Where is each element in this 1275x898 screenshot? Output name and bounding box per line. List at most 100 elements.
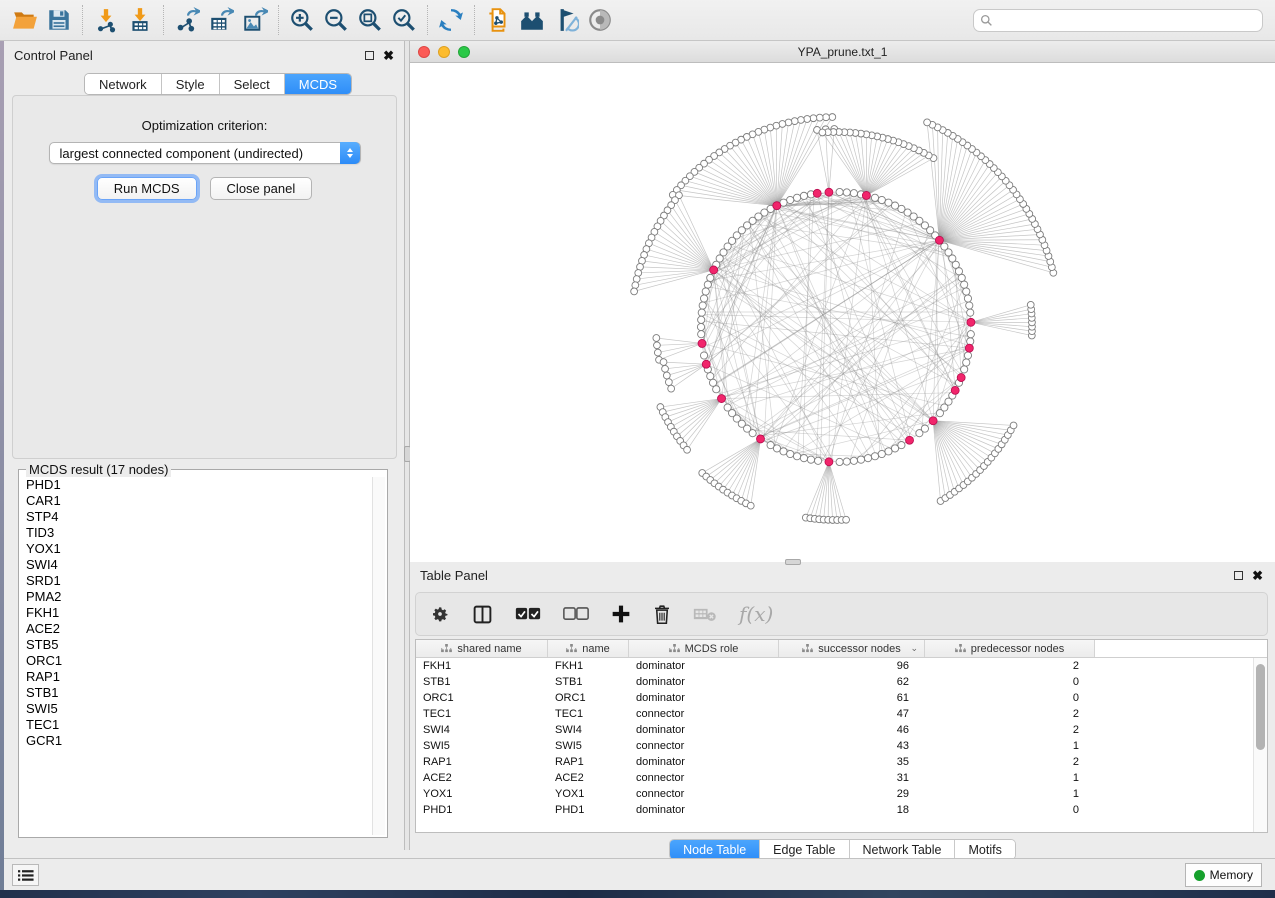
graph-hub-node[interactable]	[957, 374, 965, 382]
table-row[interactable]: SWI5SWI5connector431	[416, 738, 1253, 754]
table-row[interactable]: YOX1YOX1connector291	[416, 786, 1253, 802]
graph-node[interactable]	[785, 119, 792, 126]
tab-node-table[interactable]: Node Table	[670, 840, 760, 859]
column-header[interactable]: name	[548, 640, 629, 657]
graph-node[interactable]	[780, 448, 787, 455]
graph-node[interactable]	[663, 372, 670, 379]
tab-motifs[interactable]: Motifs	[955, 840, 1014, 859]
column-header[interactable]: shared name	[416, 640, 548, 657]
graph-node[interactable]	[898, 441, 905, 448]
graph-node[interactable]	[665, 379, 672, 386]
graph-hub-node[interactable]	[710, 266, 718, 274]
mcds-node-item[interactable]: PHD1	[21, 477, 371, 493]
export-table-icon[interactable]	[204, 3, 238, 37]
graph-node[interactable]	[747, 502, 754, 509]
tab-mcds[interactable]: MCDS	[285, 74, 351, 94]
graph-node[interactable]	[924, 119, 931, 126]
float-window-icon[interactable]	[365, 51, 374, 60]
close-table-panel-icon[interactable]: ✖	[1252, 571, 1263, 580]
graph-node[interactable]	[660, 359, 667, 366]
graph-hub-node[interactable]	[862, 191, 870, 199]
graph-node[interactable]	[963, 288, 970, 295]
table-settings-icon[interactable]	[430, 604, 450, 624]
table-row[interactable]: SWI4SWI4dominator462	[416, 722, 1253, 738]
graph-node[interactable]	[793, 194, 800, 201]
graph-node[interactable]	[810, 115, 817, 122]
deselect-all-icon[interactable]	[563, 607, 589, 621]
graph-node[interactable]	[700, 352, 707, 359]
hide-panels-icon[interactable]	[549, 3, 583, 37]
mcds-node-item[interactable]: GCR1	[21, 733, 371, 749]
graph-node[interactable]	[749, 430, 756, 437]
mcds-node-item[interactable]: FKH1	[21, 605, 371, 621]
graph-hub-node[interactable]	[702, 360, 710, 368]
graph-node[interactable]	[891, 202, 898, 209]
graph-node[interactable]	[707, 373, 714, 380]
graph-node[interactable]	[702, 288, 709, 295]
graph-node[interactable]	[836, 458, 843, 465]
graph-hub-node[interactable]	[906, 436, 914, 444]
add-column-icon[interactable]	[611, 604, 631, 624]
graph-node[interactable]	[654, 342, 661, 349]
graph-node[interactable]	[823, 114, 830, 121]
graph-node[interactable]	[871, 453, 878, 460]
graph-node[interactable]	[684, 446, 691, 453]
graph-node[interactable]	[662, 365, 669, 372]
graph-node[interactable]	[632, 282, 639, 289]
mcds-result-list[interactable]: PHD1CAR1STP4TID3YOX1SWI4SRD1PMA2FKH1ACE2…	[21, 477, 371, 835]
graph-node[interactable]	[787, 450, 794, 457]
mcds-node-item[interactable]: TEC1	[21, 717, 371, 733]
graph-node[interactable]	[1027, 301, 1034, 308]
graph-hub-node[interactable]	[929, 417, 937, 425]
tab-edge-table[interactable]: Edge Table	[760, 840, 849, 859]
tab-network[interactable]: Network	[85, 74, 162, 94]
zoom-selected-icon[interactable]	[387, 3, 421, 37]
table-scrollbar-thumb[interactable]	[1256, 664, 1265, 750]
import-network-icon[interactable]	[89, 3, 123, 37]
birds-eye-icon[interactable]	[515, 3, 549, 37]
graph-hub-node[interactable]	[773, 202, 781, 210]
mcds-node-item[interactable]: SWI4	[21, 557, 371, 573]
graph-node[interactable]	[961, 281, 968, 288]
mcds-node-item[interactable]: SRD1	[21, 573, 371, 589]
graph-node[interactable]	[698, 309, 705, 316]
graph-node[interactable]	[843, 458, 850, 465]
mcds-node-item[interactable]: STP4	[21, 509, 371, 525]
save-session-icon[interactable]	[42, 3, 76, 37]
clone-network-icon[interactable]	[481, 3, 515, 37]
graph-node[interactable]	[698, 331, 705, 338]
graph-node[interactable]	[885, 199, 892, 206]
graph-node[interactable]	[836, 188, 843, 195]
graph-node[interactable]	[819, 129, 826, 136]
memory-button[interactable]: Memory	[1185, 863, 1262, 887]
network-graph[interactable]	[410, 63, 1273, 561]
graph-hub-node[interactable]	[757, 435, 765, 443]
graph-node[interactable]	[631, 288, 638, 295]
graph-node[interactable]	[885, 448, 892, 455]
tab-select[interactable]: Select	[220, 74, 285, 94]
graph-node[interactable]	[941, 243, 948, 250]
graph-hub-node[interactable]	[967, 318, 975, 326]
show-panels-icon[interactable]	[583, 3, 617, 37]
graph-hub-node[interactable]	[825, 188, 833, 196]
mcds-node-item[interactable]: STB5	[21, 637, 371, 653]
zoom-fit-icon[interactable]	[353, 3, 387, 37]
graph-node[interactable]	[668, 385, 675, 392]
graph-node[interactable]	[964, 295, 971, 302]
mcds-node-item[interactable]: TID3	[21, 525, 371, 541]
graph-hub-node[interactable]	[813, 189, 821, 197]
graph-node[interactable]	[699, 302, 706, 309]
import-table-icon[interactable]	[123, 3, 157, 37]
graph-node[interactable]	[843, 189, 850, 196]
graph-hub-node[interactable]	[718, 395, 726, 403]
graph-node[interactable]	[798, 117, 805, 124]
graph-node[interactable]	[843, 516, 850, 523]
graph-node[interactable]	[787, 196, 794, 203]
export-network-icon[interactable]	[170, 3, 204, 37]
column-layout-icon[interactable]	[472, 604, 493, 625]
graph-node[interactable]	[967, 331, 974, 338]
graph-node[interactable]	[807, 456, 814, 463]
column-header[interactable]: MCDS role	[629, 640, 779, 657]
graph-hub-node[interactable]	[825, 458, 833, 466]
open-file-icon[interactable]	[8, 3, 42, 37]
